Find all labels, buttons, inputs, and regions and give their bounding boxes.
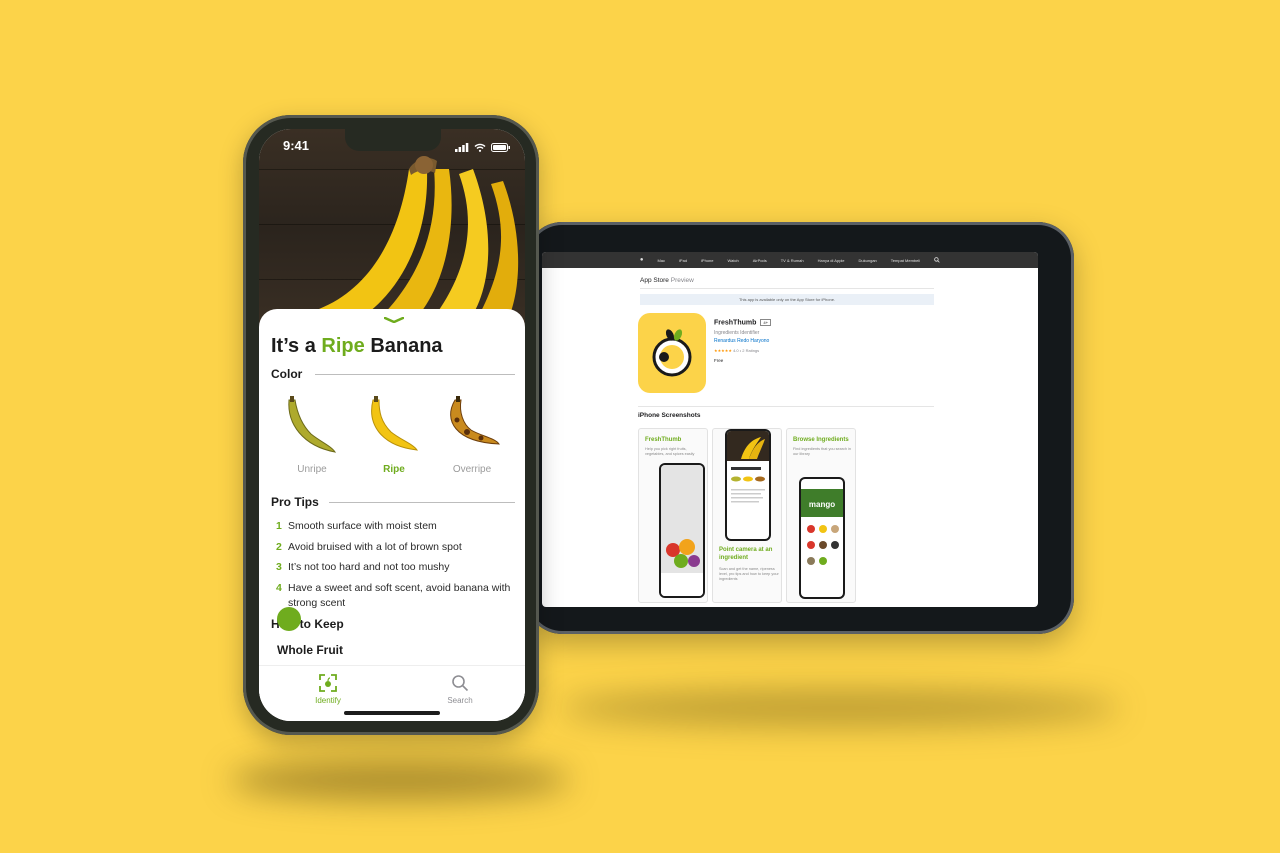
mini-screen: mango [801,479,843,597]
pro-tips-heading: Pro Tips [271,495,319,509]
tip-number: 2 [276,540,282,553]
divider [315,374,515,375]
divider [640,288,934,289]
tab-search[interactable]: Search [420,674,500,705]
status-icons [455,139,511,157]
tab-identify[interactable]: Identify [288,674,368,705]
app-name: FreshThumb 4+ [714,319,771,326]
app-rating: ★★★★★ 4.0 • 2 Ratings [714,348,759,353]
signal-icon [455,139,469,157]
mini-phone: mango [799,477,845,599]
phone-device: 9:41 It’s a Ripe Banana Color Unripe Rip… [243,115,539,735]
tablet-device: ● Mac iPad iPhone Watch AirPods TV & Rum… [526,222,1074,634]
nav-item-ipad[interactable]: iPad [679,258,687,263]
color-label-ripe: Ripe [383,464,405,475]
breadcrumb-preview: Preview [670,277,694,284]
sheet-handle-icon[interactable] [384,317,404,323]
color-option-unripe[interactable]: Unripe [277,394,347,475]
phone-shadow [230,760,570,800]
screenshot-title: Browse Ingredients [793,437,849,443]
tablet-screen: ● Mac iPad iPhone Watch AirPods TV & Rum… [542,252,1038,607]
rating-text: 4.0 • 2 Ratings [733,348,760,353]
title-prefix: It’s a [271,335,316,357]
nav-item-tv-rumah[interactable]: TV & Rumah [781,258,804,263]
result-sheet[interactable]: It’s a Ripe Banana Color Unripe Ripe Ove… [259,309,525,721]
list-item: 1 Smooth surface with moist stem [276,519,516,534]
nav-item-airpods[interactable]: AirPods [753,258,767,263]
wifi-icon [474,139,486,157]
tablet-shadow [560,690,1120,726]
apple-logo-icon[interactable]: ● [640,257,644,263]
color-label-unripe: Unripe [297,464,327,475]
breadcrumb-app-store[interactable]: App Store [640,277,669,284]
whole-fruit-subheading: Whole Fruit [277,643,343,657]
app-subtitle: Ingredients Identifier [714,330,760,336]
result-title: It’s a Ripe Banana [271,335,443,358]
overripe-banana-icon [450,396,500,445]
battery-icon [491,139,511,157]
app-icon [638,313,706,393]
tab-label-identify: Identify [315,696,341,705]
apple-nav-bar: ● Mac iPad iPhone Watch AirPods TV & Rum… [542,252,1038,268]
nav-item-hanya-di-apple[interactable]: Hanya di Apple [818,258,845,263]
nav-item-mac[interactable]: Mac [657,258,665,263]
home-indicator [344,711,440,715]
screenshot-text: Help you pick right fruits, vegetables, … [645,447,695,457]
whole-fruit-icon [277,607,301,631]
phone-screen: 9:41 It’s a Ripe Banana Color Unripe Rip… [259,129,525,721]
status-time: 9:41 [283,138,310,153]
title-suffix: Banana [370,335,443,357]
tip-number: 4 [276,582,282,595]
banana-photo [259,129,525,329]
search-icon[interactable] [934,256,940,264]
screenshot-card-3[interactable]: Browse Ingredients Find ingredients that… [786,428,856,603]
tip-text: Avoid bruised with a lot of brown spot [288,540,462,553]
color-option-ripe[interactable]: Ripe [359,394,429,475]
tip-number: 1 [276,520,282,532]
color-heading: Color [271,367,303,381]
divider [329,502,515,503]
title-highlight: Ripe [321,335,365,357]
mini-screen [661,465,703,596]
screenshots-heading: iPhone Screenshots [638,412,701,419]
nav-item-watch[interactable]: Watch [728,258,739,263]
tip-number: 3 [276,561,282,574]
mini-phone [725,429,771,541]
tip-text: Have a sweet and soft scent, avoid banan… [288,582,511,609]
ripe-banana-icon [371,396,419,451]
app-price: Free [714,358,724,363]
color-label-overripe: Overripe [452,464,492,475]
tip-text: It’s not too hard and not too mushy [288,561,450,574]
availability-notice: This app is available only on the App St… [640,294,934,305]
mini-screen [727,431,769,539]
scan-icon [319,674,337,692]
screenshot-card-2[interactable]: Point camera at an ingredient Scan and g… [712,428,782,603]
search-icon [452,675,469,692]
divider [638,406,934,407]
mini-phone [659,463,705,598]
developer-link[interactable]: Renardus Redo Haryono [714,338,769,344]
color-option-overripe[interactable]: Overripe [437,394,507,475]
nav-item-dukungan[interactable]: Dukungan [859,258,877,263]
unripe-banana-icon [288,396,337,453]
svg-text:mango: mango [809,500,835,509]
phone-notch [345,129,441,151]
screenshot-text: Scan and get the name, ripeness level, p… [719,567,779,582]
age-rating-badge: 4+ [760,319,771,326]
pro-tips-list: 1 Smooth surface with moist stem 2 Avoid… [276,519,516,616]
tip-text: Smooth surface with moist stem [288,520,437,532]
list-item: 4 Have a sweet and soft scent, avoid ban… [276,581,516,610]
screenshot-title: Point camera at an ingredient [719,547,773,561]
list-item: 3 It’s not too hard and not too mushy [276,560,516,575]
app-name-text: FreshThumb [714,319,757,327]
list-item: 2 Avoid bruised with a lot of brown spot [276,540,516,555]
nav-item-iphone[interactable]: iPhone [701,258,713,263]
tab-label-search: Search [447,696,473,705]
nav-item-tempat-membeli[interactable]: Tempat Membeli [891,258,920,263]
rating-stars: ★★★★★ [714,348,732,353]
screenshot-card-1[interactable]: FreshThumb Help you pick right fruits, v… [638,428,708,603]
breadcrumb: App Store Preview [640,277,694,284]
screenshot-title: FreshThumb [645,437,682,443]
screenshot-text: Find ingredients that you search in our … [793,447,852,457]
